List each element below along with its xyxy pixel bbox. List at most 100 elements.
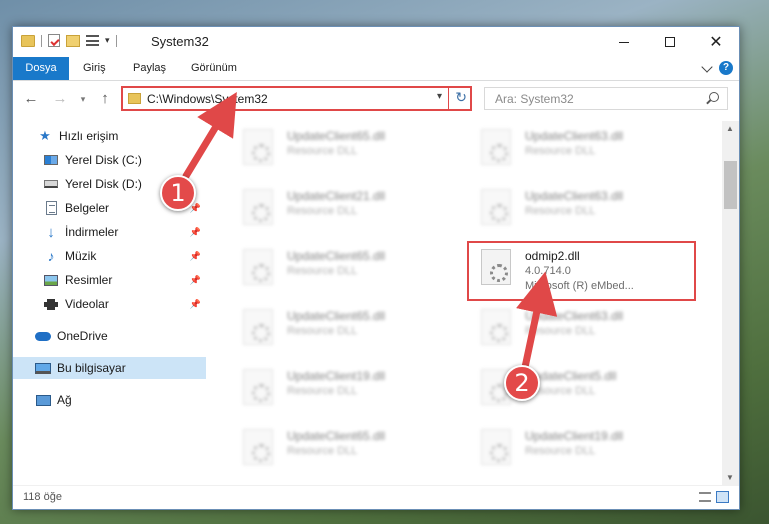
back-arrow-icon: ← xyxy=(23,90,39,107)
step-badge-2: 2 xyxy=(504,365,540,401)
pin-icon[interactable]: 📌 xyxy=(190,275,201,286)
sidebar-item-label: Bu bilgisayar xyxy=(57,361,126,375)
file-name: UpdateClient63.dll xyxy=(525,189,624,203)
sidebar-item-this-pc[interactable]: Bu bilgisayar xyxy=(13,357,206,379)
new-folder-icon[interactable] xyxy=(66,34,80,47)
dll-file-icon xyxy=(243,129,273,165)
file-description: Resource DLL xyxy=(287,385,358,397)
file-description: Resource DLL xyxy=(287,325,358,337)
music-icon: ♪ xyxy=(47,248,55,264)
address-path[interactable]: C:\Windows\System32 xyxy=(147,92,268,106)
minimize-button[interactable] xyxy=(601,27,647,57)
highlight-box xyxy=(467,241,696,301)
file-tile[interactable]: UpdateClient65.dll Resource DLL xyxy=(227,301,457,359)
file-tile[interactable]: UpdateClient5.dll Resource DLL xyxy=(465,361,695,419)
scroll-up-icon[interactable]: ▲ xyxy=(726,124,734,133)
sidebar-item-label: OneDrive xyxy=(57,329,108,343)
pin-icon[interactable]: 📌 xyxy=(190,299,201,310)
refresh-icon[interactable]: ↻ xyxy=(455,89,467,106)
file-tile[interactable]: UpdateClient63.dll Resource DLL xyxy=(465,301,695,359)
file-tile[interactable]: UpdateClient19.dll Resource DLL xyxy=(227,361,457,419)
sidebar-item-music[interactable]: ♪ Müzik 📌 xyxy=(13,245,206,267)
tab-home[interactable]: Giriş xyxy=(73,57,116,80)
file-tile[interactable]: UpdateClient63.dll Resource DLL xyxy=(465,181,695,239)
this-pc-icon xyxy=(35,360,51,376)
pictures-icon xyxy=(43,272,59,288)
file-list: UpdateClient65.dll Resource DLL UpdateCl… xyxy=(217,121,722,483)
tab-file[interactable]: Dosya xyxy=(13,57,69,80)
file-name: UpdateClient65.dll xyxy=(287,309,386,323)
chevron-down-icon[interactable] xyxy=(701,60,713,73)
file-description: Resource DLL xyxy=(525,325,596,337)
view-options-icon[interactable] xyxy=(86,35,99,46)
file-description: Resource DLL xyxy=(525,205,596,217)
file-description: Resource DLL xyxy=(287,145,358,157)
tab-share[interactable]: Paylaş xyxy=(123,57,176,80)
details-view-icon[interactable] xyxy=(699,492,711,502)
forward-button[interactable]: → xyxy=(50,89,70,109)
sidebar-item-label: Videolar xyxy=(65,297,109,311)
dll-file-icon xyxy=(481,129,511,165)
help-icon[interactable]: ? xyxy=(719,61,733,75)
sidebar-item-network[interactable]: Ağ xyxy=(13,389,206,411)
file-tile[interactable]: UpdateClient63.dll Resource DLL xyxy=(465,121,695,179)
pin-icon[interactable]: 📌 xyxy=(190,251,201,262)
search-box[interactable]: Ara: System32 xyxy=(484,87,728,110)
tab-view[interactable]: Görünüm xyxy=(181,57,247,80)
file-name: UpdateClient21.dll xyxy=(287,189,386,203)
address-bar[interactable]: C:\Windows\System32 ▾ ↻ xyxy=(121,86,472,111)
file-name: UpdateClient65.dll xyxy=(287,249,386,263)
star-icon: ★ xyxy=(39,128,51,143)
network-icon xyxy=(35,392,51,408)
file-description: Resource DLL xyxy=(287,265,358,277)
file-tile[interactable]: UpdateClient65.dll Resource DLL xyxy=(227,421,457,479)
address-dropdown-icon[interactable]: ▾ xyxy=(437,91,442,102)
tiles-view-icon[interactable] xyxy=(716,491,729,503)
file-tile[interactable]: UpdateClient65.dll Resource DLL xyxy=(227,121,457,179)
back-button[interactable]: ← xyxy=(21,89,41,109)
sidebar-item-label: Yerel Disk (D:) xyxy=(65,177,142,191)
dll-file-icon xyxy=(481,189,511,225)
close-button[interactable]: ✕ xyxy=(693,27,739,57)
dll-file-icon xyxy=(243,429,273,465)
file-tile[interactable]: UpdateClient21.dll Resource DLL xyxy=(227,181,457,239)
sidebar-item-label: Müzik xyxy=(65,249,97,263)
maximize-button[interactable] xyxy=(647,27,693,57)
quick-access-toolbar: ▾ xyxy=(21,34,117,47)
toolbar-separator xyxy=(41,34,42,47)
sidebar-item-downloads[interactable]: ↓ İndirmeler 📌 xyxy=(13,221,206,243)
scrollbar-thumb[interactable] xyxy=(724,161,737,209)
customize-caret-icon[interactable]: ▾ xyxy=(105,35,110,46)
maximize-icon xyxy=(665,37,675,47)
forward-arrow-icon: → xyxy=(52,90,68,107)
dll-file-icon xyxy=(243,309,273,345)
sidebar-item-videos[interactable]: Videolar 📌 xyxy=(13,293,206,315)
documents-icon xyxy=(43,200,59,216)
ribbon-controls: ? xyxy=(701,60,733,75)
sidebar-item-label: Yerel Disk (C:) xyxy=(65,153,142,167)
step-badge-1: 1 xyxy=(160,175,196,211)
downloads-icon: ↓ xyxy=(47,223,55,241)
file-description: Resource DLL xyxy=(287,445,358,457)
navigation-bar: ← → ▾ ↑ C:\Windows\System32 ▾ ↻ Ara: Sys… xyxy=(13,83,739,115)
sidebar-item-onedrive[interactable]: OneDrive xyxy=(13,325,206,347)
sidebar-item-quick-access[interactable]: ★ Hızlı erişim xyxy=(13,125,206,147)
vertical-scrollbar[interactable]: ▲ ▼ xyxy=(722,121,739,485)
properties-icon[interactable] xyxy=(48,34,60,47)
dll-file-icon xyxy=(481,429,511,465)
search-icon[interactable] xyxy=(709,92,719,102)
dll-file-icon xyxy=(243,249,273,285)
sidebar-item-pictures[interactable]: Resimler 📌 xyxy=(13,269,206,291)
address-divider xyxy=(448,88,449,109)
sidebar-item-disk-c[interactable]: Yerel Disk (C:) xyxy=(13,149,206,171)
search-placeholder[interactable]: Ara: System32 xyxy=(495,92,574,106)
sidebar-item-label: Resimler xyxy=(65,273,113,287)
status-bar: 118 öğe xyxy=(13,485,739,509)
pin-icon[interactable]: 📌 xyxy=(190,227,201,238)
recent-locations-button[interactable]: ▾ xyxy=(73,89,93,109)
scroll-down-icon[interactable]: ▼ xyxy=(726,473,734,482)
file-tile[interactable]: UpdateClient65.dll Resource DLL xyxy=(227,241,457,299)
file-tile[interactable]: UpdateClient19.dll Resource DLL xyxy=(465,421,695,479)
file-name: UpdateClient19.dll xyxy=(287,369,386,383)
up-button[interactable]: ↑ xyxy=(95,89,115,109)
